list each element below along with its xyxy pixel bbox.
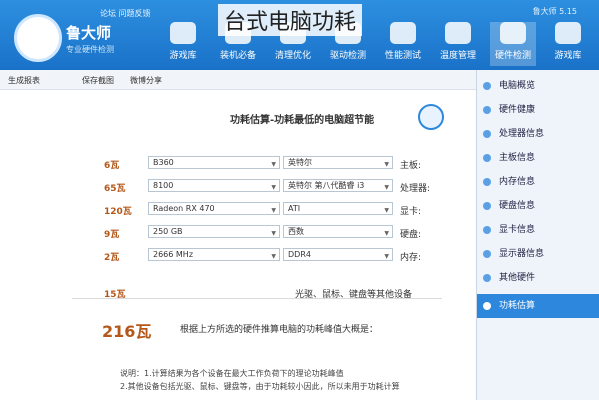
select-memory-speed[interactable]: 2666 MHz ▼	[148, 248, 280, 261]
ludashi-logo-icon	[14, 14, 62, 62]
sidebar-icon	[483, 82, 491, 90]
sidebar-icon	[483, 302, 491, 310]
nav-button-hardware[interactable]: 硬件检测	[490, 22, 536, 66]
divider	[72, 298, 442, 299]
row-label-cpu: 处理器:	[400, 184, 431, 194]
select-mainboard-brand[interactable]: 英特尔 ▼	[283, 156, 393, 169]
total-label: 根据上方所选的硬件推算电脑的功耗峰值大概是：	[180, 325, 379, 335]
chevron-down-icon: ▼	[271, 184, 276, 191]
chevron-down-icon: ▼	[384, 207, 389, 214]
row-label-mainboard: 主板:	[400, 161, 422, 171]
sidebar-icon	[483, 106, 491, 114]
sidebar-icon	[483, 274, 491, 282]
sidebar-item-cpu[interactable]: 处理器信息	[477, 122, 599, 146]
sidebar-item-gpu[interactable]: 显卡信息	[477, 218, 599, 242]
sidebar-item-memory[interactable]: 内存信息	[477, 170, 599, 194]
sidebar-item-overview[interactable]: 电脑概览	[477, 74, 599, 98]
save-screenshot-button[interactable]: 保存截图	[82, 75, 114, 86]
note-line-2: 2.其他设备包括光驱、鼠标、键盘等，由于功耗较小因此，所以未用于功耗计算	[120, 382, 400, 391]
sidebar-icon	[483, 226, 491, 234]
monitor-icon	[555, 22, 581, 44]
sidebar-icon	[483, 154, 491, 162]
select-mainboard-model[interactable]: B360 ▼	[148, 156, 280, 169]
sidebar-item-monitor[interactable]: 显示器信息	[477, 242, 599, 266]
row-label-memory: 内存:	[400, 253, 422, 263]
thermometer-icon	[445, 22, 471, 44]
chevron-down-icon: ▼	[271, 207, 276, 214]
header-links[interactable]: 论坛 问题反馈	[100, 8, 151, 19]
row-label-gpu: 显卡:	[400, 207, 422, 217]
chevron-down-icon: ▼	[271, 253, 276, 260]
sidebar-icon	[483, 130, 491, 138]
sidebar-item-disk[interactable]: 硬盘信息	[477, 194, 599, 218]
select-gpu-brand[interactable]: ATI ▼	[283, 202, 393, 215]
sidebar-item-other[interactable]: 其他硬件	[477, 266, 599, 290]
sidebar-icon	[483, 202, 491, 210]
note-line-1: 说明：1.计算结果为各个设备在最大工作负荷下的理论功耗峰值	[120, 369, 344, 378]
select-disk-brand[interactable]: 西数 ▼	[283, 225, 393, 238]
nav-button-perf[interactable]: 性能测试	[380, 22, 426, 66]
sidebar-icon	[483, 178, 491, 186]
share-button[interactable]: 微博分享	[130, 75, 162, 86]
chevron-down-icon: ▼	[271, 161, 276, 168]
sidebar-icon	[483, 250, 491, 258]
power-disk: 9瓦	[104, 230, 120, 240]
sidebar-item-power[interactable]: 功耗估算	[477, 294, 599, 318]
nav-button-game[interactable]: 游戏库	[160, 22, 206, 66]
gamepad-icon	[170, 22, 196, 44]
nav-button-protect[interactable]: 游戏库	[545, 22, 591, 66]
panel-title: 功耗估算-功耗最低的电脑超节能	[230, 115, 375, 126]
row-label-disk: 硬盘:	[400, 230, 422, 240]
app-subtitle: 专业硬件检测	[66, 45, 114, 54]
gauge-icon	[390, 22, 416, 44]
chevron-down-icon: ▼	[384, 184, 389, 191]
nav-button-temp[interactable]: 温度管理	[435, 22, 481, 66]
chevron-down-icon: ▼	[384, 230, 389, 237]
report-button[interactable]: 生成报表	[8, 75, 40, 86]
power-gpu: 120瓦	[104, 207, 132, 217]
calculator-icon	[418, 104, 444, 130]
app-name: 鲁大师	[66, 24, 112, 42]
select-cpu-model[interactable]: 8100 ▼	[148, 179, 280, 192]
power-memory: 2瓦	[104, 253, 120, 263]
sidebar-item-health[interactable]: 硬件健康	[477, 98, 599, 122]
sidebar: 电脑概览 硬件健康 处理器信息 主板信息 内存信息 硬盘信息 显卡信息 显示器信…	[476, 70, 599, 400]
select-cpu-brand[interactable]: 英特尔 第八代酷睿 i3 ▼	[283, 179, 393, 192]
chevron-down-icon: ▼	[384, 161, 389, 168]
toolbar: 生成报表 保存截图 微博分享	[0, 70, 480, 90]
chip-icon	[500, 22, 526, 44]
main-panel	[0, 90, 476, 400]
sidebar-item-mainboard[interactable]: 主板信息	[477, 146, 599, 170]
total-power: 216瓦	[102, 322, 152, 341]
power-mainboard: 6瓦	[104, 161, 120, 171]
select-disk-model[interactable]: 250 GB ▼	[148, 225, 280, 238]
select-memory-type[interactable]: DDR4 ▼	[283, 248, 393, 261]
select-gpu-model[interactable]: Radeon RX 470 ▼	[148, 202, 280, 215]
power-cpu: 65瓦	[104, 184, 126, 194]
page-overlay-title: 台式电脑功耗	[218, 4, 363, 36]
chevron-down-icon: ▼	[384, 253, 389, 260]
window-title: 鲁大师 5.15	[532, 7, 577, 16]
chevron-down-icon: ▼	[271, 230, 276, 237]
